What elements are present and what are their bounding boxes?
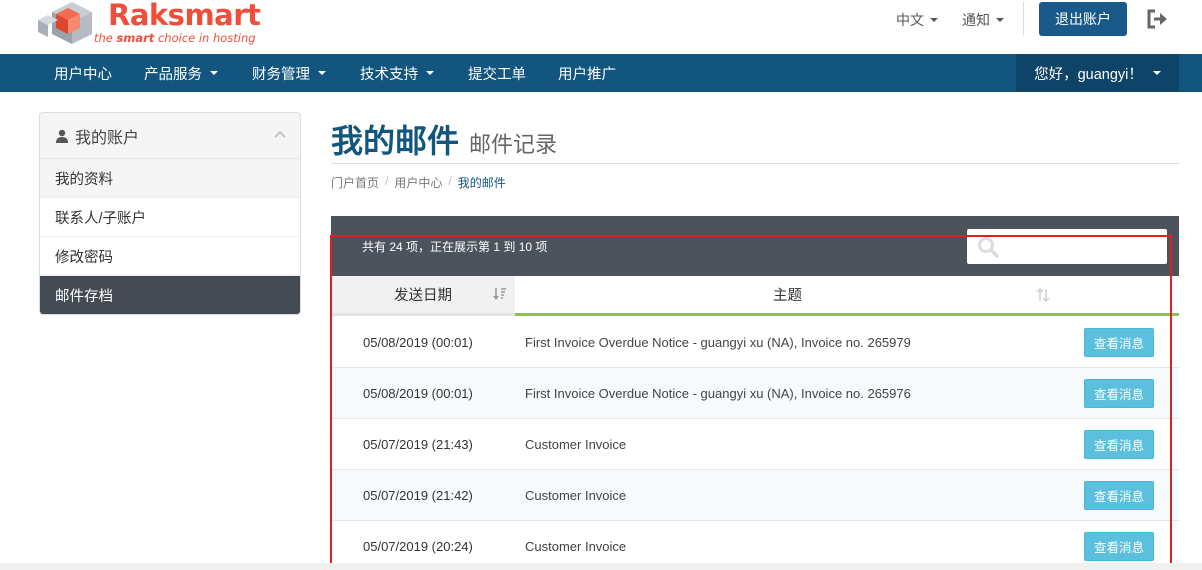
view-message-button[interactable]: 查看消息	[1084, 430, 1154, 459]
cell-date: 05/07/2019 (21:43)	[363, 437, 473, 452]
sidebar-item-profile[interactable]: 我的资料	[40, 159, 300, 198]
breadcrumb-user-center[interactable]: 用户中心	[394, 174, 442, 191]
table-summary: 共有 24 项，正在展示第 1 到 10 项	[362, 240, 548, 254]
title-divider	[331, 163, 1179, 164]
chevron-down-icon	[210, 71, 218, 75]
nav-item-label: 用户中心	[54, 66, 112, 83]
nav-item-products[interactable]: 产品服务	[144, 54, 218, 92]
nav-item-affiliates[interactable]: 用户推广	[558, 54, 616, 92]
breadcrumb-home[interactable]: 门户首页	[331, 174, 379, 191]
table-row[interactable]: 05/07/2019 (21:43) Customer Invoice 查看消息	[331, 419, 1179, 470]
sort-desc-icon	[493, 288, 506, 300]
chevron-down-icon	[996, 18, 1004, 22]
column-header-date[interactable]: 发送日期	[331, 276, 515, 316]
view-message-button[interactable]: 查看消息	[1084, 481, 1154, 510]
cell-subject: Customer Invoice	[525, 437, 627, 452]
sidebar-item-email-archive[interactable]: 邮件存档	[40, 276, 300, 314]
sidebar-item-contacts[interactable]: 联系人/子账户	[40, 198, 300, 237]
sign-out-icon[interactable]	[1146, 9, 1168, 29]
breadcrumb-separator: /	[448, 174, 452, 188]
view-message-button[interactable]: 查看消息	[1084, 532, 1154, 561]
cell-subject: First Invoice Overdue Notice - guangyi x…	[525, 386, 911, 401]
language-label: 中文	[896, 12, 924, 28]
sidebar-header[interactable]: 我的账户	[40, 113, 300, 159]
breadcrumb-separator: /	[385, 174, 389, 188]
main-nav: 用户中心 产品服务 财务管理 技术支持 提交工单 用户推广 您好，guangyi…	[0, 54, 1202, 92]
cell-subject: First Invoice Overdue Notice - guangyi x…	[525, 335, 911, 350]
cell-date: 05/07/2019 (21:42)	[363, 488, 473, 503]
column-header-subject[interactable]: 主题	[515, 276, 1060, 316]
page-title-main: 我的邮件	[331, 123, 460, 159]
user-icon	[56, 129, 68, 143]
cell-subject: Customer Invoice	[525, 488, 627, 503]
nav-item-label: 提交工单	[468, 66, 526, 83]
nav-item-label: 用户推广	[558, 66, 616, 83]
sidebar-title: 我的账户	[75, 129, 140, 147]
column-header-label: 发送日期	[394, 288, 452, 304]
header: Raksmart the smart choice in hosting 中文 …	[0, 0, 1202, 54]
table-search-input[interactable]	[967, 229, 1167, 264]
logout-button[interactable]: 退出账户	[1039, 2, 1127, 36]
divider	[1023, 2, 1024, 36]
raksmart-logo[interactable]: Raksmart the smart choice in hosting	[38, 0, 261, 50]
search-icon	[978, 237, 999, 258]
notifications-dropdown[interactable]: 通知	[962, 10, 1004, 30]
table-row[interactable]: 05/08/2019 (00:01) First Invoice Overdue…	[331, 317, 1179, 368]
brand-tagline: the smart choice in hosting	[94, 31, 256, 45]
account-sidebar: 我的账户 我的资料 联系人/子账户 修改密码 邮件存档	[39, 112, 301, 315]
user-menu[interactable]: 您好，guangyi！	[1016, 54, 1179, 92]
nav-item-user-center[interactable]: 用户中心	[54, 54, 112, 92]
brand-name: Raksmart	[108, 0, 261, 32]
notifications-label: 通知	[962, 12, 990, 28]
status-strip	[0, 563, 1202, 570]
sort-both-icon	[1036, 288, 1050, 302]
table-header-row: 发送日期 主题	[331, 276, 1179, 316]
table-row[interactable]: 05/08/2019 (00:01) First Invoice Overdue…	[331, 368, 1179, 419]
chevron-down-icon	[930, 18, 938, 22]
user-greeting: 您好，guangyi！	[1034, 66, 1143, 83]
column-header-actions	[1060, 276, 1179, 316]
nav-item-label: 技术支持	[360, 66, 418, 83]
chevron-down-icon	[1152, 71, 1161, 75]
nav-item-label: 财务管理	[252, 66, 310, 83]
page-subtitle: 邮件记录	[469, 132, 558, 157]
chevron-down-icon	[426, 71, 434, 75]
nav-item-finance[interactable]: 财务管理	[252, 54, 326, 92]
cell-date: 05/08/2019 (00:01)	[363, 335, 473, 350]
view-message-button[interactable]: 查看消息	[1084, 328, 1154, 357]
breadcrumb: 门户首页 / 用户中心 / 我的邮件	[331, 174, 506, 191]
table-row[interactable]: 05/07/2019 (21:42) Customer Invoice 查看消息	[331, 470, 1179, 521]
page-title: 我的邮件 邮件记录	[331, 116, 557, 162]
column-header-label: 主题	[773, 288, 802, 304]
sidebar-item-change-password[interactable]: 修改密码	[40, 237, 300, 276]
breadcrumb-current: 我的邮件	[457, 176, 506, 190]
language-dropdown[interactable]: 中文	[896, 10, 938, 30]
view-message-button[interactable]: 查看消息	[1084, 379, 1154, 408]
nav-item-label: 产品服务	[144, 66, 202, 83]
nav-item-support[interactable]: 技术支持	[360, 54, 434, 92]
cell-date: 05/08/2019 (00:01)	[363, 386, 473, 401]
chevron-up-icon[interactable]	[274, 130, 286, 138]
nav-item-submit-ticket[interactable]: 提交工单	[468, 54, 526, 92]
chevron-down-icon	[318, 71, 326, 75]
